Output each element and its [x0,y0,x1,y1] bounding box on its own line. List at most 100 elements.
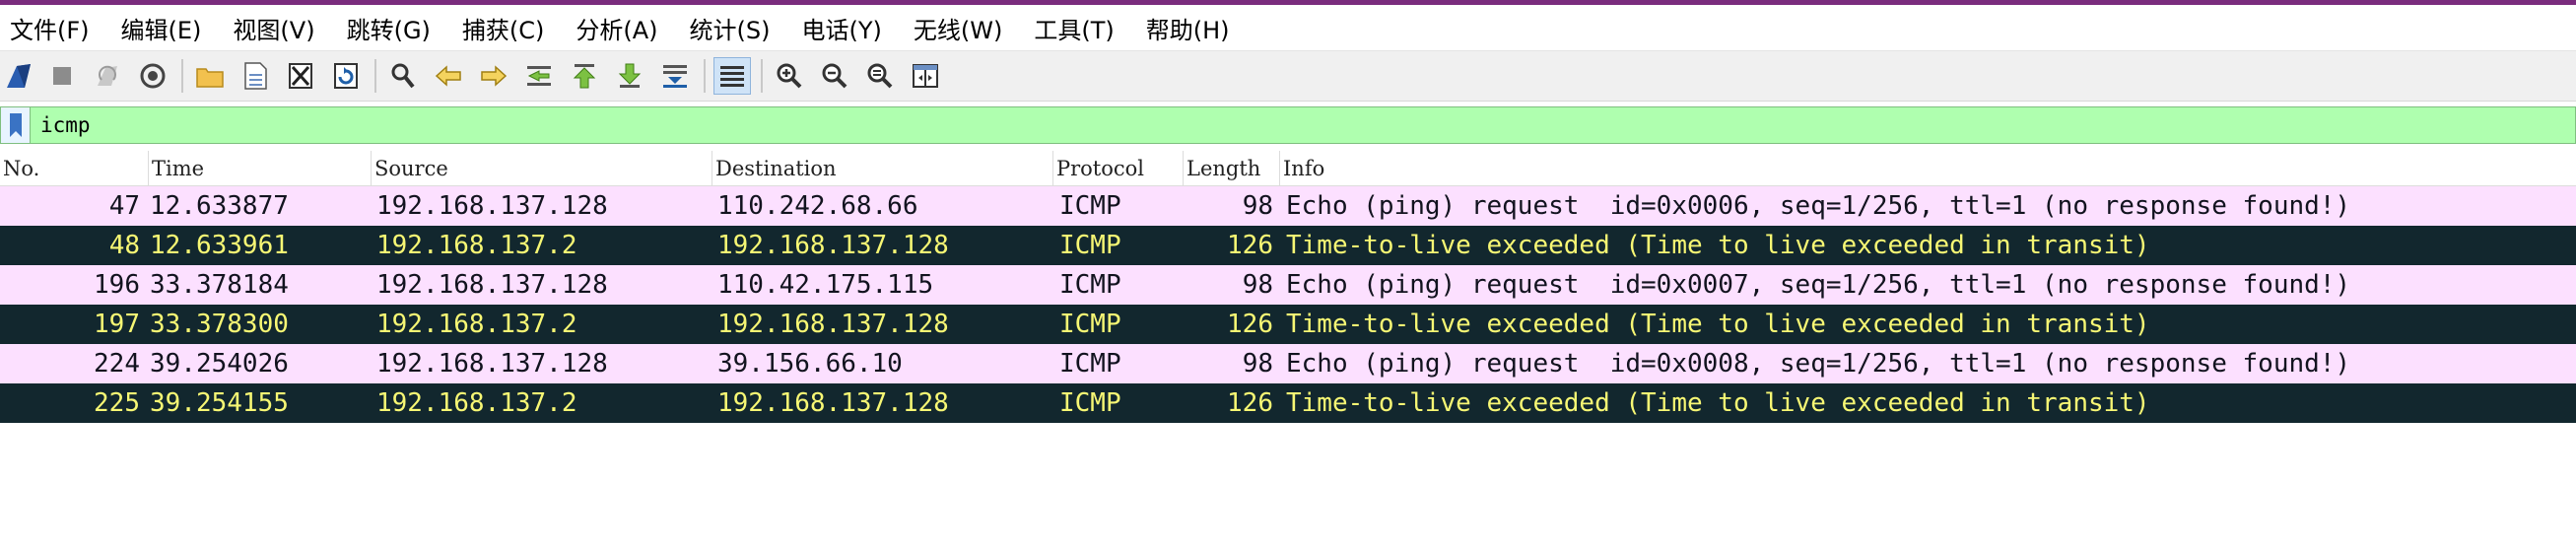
start-capture-icon [7,64,31,88]
packet-protocol: ICMP [1059,191,1121,221]
go-first-icon [573,64,596,89]
open-file-button[interactable] [191,57,229,95]
packet-row[interactable]: 224 39.254026 192.168.137.128 39.156.66.… [0,344,2576,383]
toolbar-separator [761,59,763,93]
packet-no: 197 [94,310,140,339]
packet-source: 192.168.137.2 [376,388,577,418]
main-toolbar [0,50,2576,102]
packet-list: No. Time Source Destination Protocol Len… [0,151,2576,423]
menu-edit[interactable]: 编辑(E) [121,11,202,45]
go-forward-button[interactable] [475,57,512,95]
find-packet-icon [391,63,415,89]
packet-time: 39.254026 [150,349,289,379]
start-capture-button[interactable] [0,57,37,95]
column-header-source[interactable]: Source [371,151,712,186]
close-file-button[interactable] [282,57,319,95]
packet-row[interactable]: 225 39.254155 192.168.137.2 192.168.137.… [0,383,2576,423]
packet-no: 196 [94,270,140,300]
packet-no: 48 [108,231,140,260]
column-header-info[interactable]: Info [1279,151,2576,186]
column-header-destination[interactable]: Destination [712,151,1052,186]
packet-row[interactable]: 197 33.378300 192.168.137.2 192.168.137.… [0,305,2576,344]
colorize-button[interactable] [713,57,751,95]
zoom-normal-button[interactable] [861,57,899,95]
packet-length: 98 [1242,270,1273,300]
display-filter-input[interactable] [31,108,2563,142]
menu-file[interactable]: 文件(F) [10,11,90,45]
packet-row[interactable]: 48 12.633961 192.168.137.2 192.168.137.1… [0,226,2576,265]
menu-view[interactable]: 视图(V) [233,11,314,45]
menu-tools[interactable]: 工具(T) [1034,11,1114,45]
packet-destination: 192.168.137.128 [717,310,949,339]
menu-wireless[interactable]: 无线(W) [914,11,1002,45]
packet-destination: 192.168.137.128 [717,231,949,260]
open-file-icon [196,68,224,88]
packet-info: Time-to-live exceeded (Time to live exce… [1286,231,2150,260]
restart-capture-button[interactable] [89,57,126,95]
packet-info: Echo (ping) request id=0x0008, seq=1/256… [1286,349,2351,379]
packet-destination: 39.156.66.10 [717,349,903,379]
packet-source: 192.168.137.128 [376,191,608,221]
packet-source: 192.168.137.2 [376,231,577,260]
zoom-in-icon [777,63,802,89]
packet-no: 225 [94,388,140,418]
packet-time: 12.633961 [150,231,289,260]
column-header-no[interactable]: No. [0,151,148,186]
save-file-icon [244,62,267,90]
display-filter-bar [0,106,2576,144]
packet-time: 33.378184 [150,270,289,300]
menu-bar: 文件(F) 编辑(E) 视图(V) 跳转(G) 捕获(C) 分析(A) 统计(S… [0,5,2576,50]
capture-options-button[interactable] [134,57,171,95]
packet-destination: 192.168.137.128 [717,388,949,418]
go-last-icon [618,63,642,88]
autoscroll-button[interactable] [656,57,694,95]
menu-go[interactable]: 跳转(G) [347,11,431,45]
packet-time: 39.254155 [150,388,289,418]
resize-columns-button[interactable] [907,57,944,95]
zoom-out-button[interactable] [816,57,853,95]
packet-protocol: ICMP [1059,349,1121,379]
packet-length: 98 [1242,349,1273,379]
packet-no: 224 [94,349,140,379]
go-first-button[interactable] [566,57,603,95]
go-last-button[interactable] [611,57,648,95]
packet-length: 126 [1227,388,1273,418]
stop-capture-icon [53,67,71,85]
find-packet-button[interactable] [384,57,422,95]
zoom-out-icon [822,63,847,89]
menu-capture[interactable]: 捕获(C) [462,11,544,45]
menu-telephony[interactable]: 电话(Y) [802,11,882,45]
go-back-button[interactable] [430,57,467,95]
packet-row[interactable]: 47 12.633877 192.168.137.128 110.242.68.… [0,186,2576,226]
packet-destination: 110.42.175.115 [717,270,934,300]
packet-time: 12.633877 [150,191,289,221]
packet-source: 192.168.137.128 [376,270,608,300]
reload-file-button[interactable] [327,57,365,95]
colorize-icon [720,66,744,87]
packet-protocol: ICMP [1059,388,1121,418]
go-back-icon [435,65,461,87]
resize-columns-icon [913,64,938,88]
packet-source: 192.168.137.128 [376,349,608,379]
packet-no: 47 [108,191,140,221]
autoscroll-icon [663,65,687,88]
capture-options-icon [140,63,166,89]
packet-row[interactable]: 196 33.378184 192.168.137.128 110.42.175… [0,265,2576,305]
save-file-button[interactable] [237,57,274,95]
close-file-icon [289,63,312,89]
packet-info: Echo (ping) request id=0x0007, seq=1/256… [1286,270,2351,300]
menu-analyze[interactable]: 分析(A) [576,11,657,45]
stop-capture-button[interactable] [43,57,81,95]
packet-length: 98 [1242,191,1273,221]
column-header-length[interactable]: Length [1183,151,1279,186]
menu-help[interactable]: 帮助(H) [1146,11,1230,45]
menu-statistics[interactable]: 统计(S) [690,11,771,45]
restart-capture-icon [98,65,117,86]
zoom-in-button[interactable] [771,57,808,95]
filter-bookmark-icon[interactable] [1,107,31,143]
column-header-time[interactable]: Time [148,151,371,186]
column-header-protocol[interactable]: Protocol [1052,151,1183,186]
packet-destination: 110.242.68.66 [717,191,918,221]
go-to-packet-button[interactable] [520,57,558,95]
packet-protocol: ICMP [1059,231,1121,260]
